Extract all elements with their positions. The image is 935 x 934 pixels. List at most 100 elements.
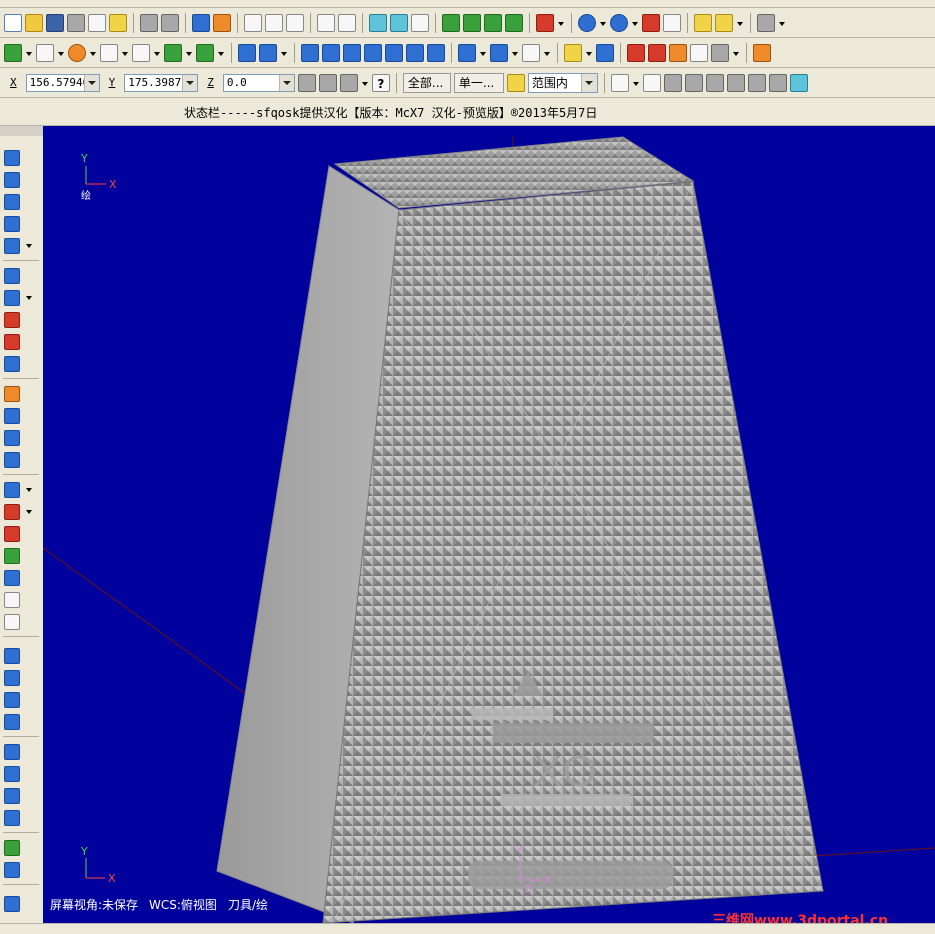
globe-icon[interactable] bbox=[578, 13, 596, 32]
snap-move-icon[interactable] bbox=[192, 13, 210, 32]
toolpath-slot-icon[interactable] bbox=[4, 766, 20, 782]
xform-rotate-icon[interactable] bbox=[458, 43, 476, 62]
chevron-down-icon[interactable] bbox=[185, 44, 193, 62]
chevron-down-icon[interactable] bbox=[26, 508, 34, 516]
loft-icon[interactable] bbox=[4, 216, 20, 232]
grid-icon[interactable] bbox=[490, 43, 508, 62]
toolpath-multi-icon[interactable] bbox=[4, 896, 20, 912]
plane-icon[interactable] bbox=[536, 13, 554, 32]
chevron-down-icon[interactable] bbox=[479, 44, 487, 62]
unzoom-icon[interactable] bbox=[338, 13, 356, 32]
chevron-down-icon[interactable] bbox=[153, 44, 161, 62]
transform-array-icon[interactable] bbox=[385, 43, 403, 62]
select-back-icon[interactable] bbox=[768, 73, 787, 92]
zoom-window-icon[interactable] bbox=[244, 13, 262, 32]
toolpath-contour-icon[interactable] bbox=[4, 648, 20, 664]
zoom-in-icon[interactable] bbox=[286, 13, 304, 32]
chevron-down-icon[interactable] bbox=[280, 44, 288, 62]
chevron-down-icon[interactable] bbox=[736, 14, 744, 32]
view-right-icon[interactable] bbox=[484, 13, 502, 32]
toolpath-drill-icon[interactable] bbox=[4, 670, 20, 686]
analyze-icon[interactable] bbox=[564, 43, 582, 62]
wire-cube-icon[interactable] bbox=[4, 614, 20, 630]
fillet-solid-icon[interactable] bbox=[4, 290, 20, 306]
select-loop-icon[interactable] bbox=[747, 73, 766, 92]
chevron-down-icon[interactable] bbox=[580, 73, 597, 92]
chevron-down-icon[interactable] bbox=[278, 74, 294, 91]
chevron-down-icon[interactable] bbox=[511, 44, 519, 62]
settings-gear-icon[interactable] bbox=[753, 43, 771, 62]
rectangle-icon[interactable] bbox=[100, 43, 118, 62]
chamfer-solid-icon[interactable] bbox=[4, 312, 20, 328]
zoom-out-icon[interactable] bbox=[317, 13, 335, 32]
y-coordinate-field[interactable]: 175.39873 bbox=[124, 73, 199, 92]
xform-mirror-icon[interactable] bbox=[427, 43, 445, 62]
revolve-icon[interactable] bbox=[4, 172, 20, 188]
select-window-icon[interactable] bbox=[610, 73, 629, 92]
undo-icon[interactable] bbox=[140, 13, 158, 32]
toolpath-pocket-icon[interactable] bbox=[4, 692, 20, 708]
select-body-icon[interactable] bbox=[726, 73, 745, 92]
chevron-down-icon[interactable] bbox=[26, 294, 34, 302]
autocursor-icon[interactable] bbox=[339, 73, 358, 92]
question-icon[interactable]: ? bbox=[371, 73, 390, 92]
exclamation-icon[interactable] bbox=[318, 73, 337, 92]
verify-selection-icon[interactable] bbox=[789, 73, 808, 92]
pencil-icon[interactable] bbox=[694, 13, 712, 32]
chamfer-icon[interactable] bbox=[164, 43, 182, 62]
redo-icon[interactable] bbox=[161, 13, 179, 32]
pattern-icon[interactable] bbox=[4, 452, 20, 468]
sphere-icon[interactable] bbox=[610, 13, 628, 32]
x-coordinate-field[interactable]: 156.57940 bbox=[25, 73, 100, 92]
tool-icon[interactable] bbox=[711, 43, 729, 62]
fillet-icon[interactable] bbox=[132, 43, 150, 62]
extrude-icon[interactable] bbox=[4, 150, 20, 166]
z-coordinate-field[interactable]: 0.0 bbox=[222, 73, 295, 92]
chevron-down-icon[interactable] bbox=[25, 44, 33, 62]
menu-bar[interactable] bbox=[0, 0, 935, 8]
select-arrow-icon[interactable] bbox=[642, 73, 661, 92]
mesh-icon[interactable] bbox=[4, 570, 20, 586]
transform-scale-icon[interactable] bbox=[343, 43, 361, 62]
chevron-down-icon[interactable] bbox=[89, 44, 97, 62]
chevron-down-icon[interactable] bbox=[732, 44, 740, 62]
toolpath-thread-icon[interactable] bbox=[4, 810, 20, 826]
trim-icon[interactable] bbox=[238, 43, 256, 62]
circle-icon[interactable] bbox=[68, 43, 86, 62]
toolpath-face-icon[interactable] bbox=[4, 714, 20, 730]
color-icon[interactable] bbox=[4, 504, 20, 520]
verify-icon[interactable] bbox=[390, 13, 408, 32]
new-file-icon[interactable] bbox=[4, 13, 22, 32]
fast-point-icon[interactable] bbox=[297, 73, 316, 92]
transform-offset-icon[interactable] bbox=[364, 43, 382, 62]
chevron-down-icon[interactable] bbox=[543, 44, 551, 62]
table-icon[interactable] bbox=[627, 43, 645, 62]
chevron-down-icon[interactable] bbox=[599, 14, 607, 32]
render-icon[interactable] bbox=[213, 13, 231, 32]
cylinder-icon[interactable] bbox=[196, 43, 214, 62]
list-icon[interactable] bbox=[522, 43, 540, 62]
toolpath-parallel-icon[interactable] bbox=[4, 862, 20, 878]
sweep-icon[interactable] bbox=[4, 194, 20, 210]
view-top-icon[interactable] bbox=[442, 13, 460, 32]
transform-stretch-icon[interactable] bbox=[406, 43, 424, 62]
toolpath-surface-icon[interactable] bbox=[4, 840, 20, 856]
toolpath-circle-icon[interactable] bbox=[4, 744, 20, 760]
chevron-down-icon[interactable] bbox=[26, 242, 34, 250]
chevron-down-icon[interactable] bbox=[121, 44, 129, 62]
thicken-icon[interactable] bbox=[4, 356, 20, 372]
split-icon[interactable] bbox=[4, 408, 20, 424]
shape-icon[interactable] bbox=[669, 43, 687, 62]
save-icon[interactable] bbox=[46, 13, 64, 32]
toolpath-icon[interactable] bbox=[369, 13, 387, 32]
transform-rotate-icon[interactable] bbox=[322, 43, 340, 62]
chevron-down-icon[interactable] bbox=[631, 14, 639, 32]
print-preview-icon[interactable] bbox=[88, 13, 106, 32]
layout-icon[interactable] bbox=[4, 482, 20, 498]
selection-cursor-icon[interactable] bbox=[506, 73, 525, 92]
open-folder-icon[interactable] bbox=[25, 13, 43, 32]
wire-icon[interactable] bbox=[663, 13, 681, 32]
toolpath-helix-icon[interactable] bbox=[4, 788, 20, 804]
chevron-down-icon[interactable] bbox=[632, 74, 640, 92]
layer-icon[interactable] bbox=[4, 386, 20, 402]
